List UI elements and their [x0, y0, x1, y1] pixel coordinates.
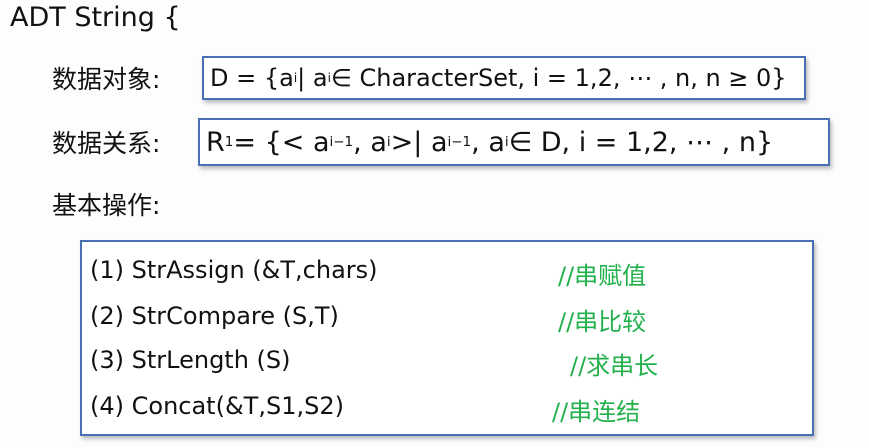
- formula-part: | a: [297, 64, 328, 92]
- operation-comment: //串连结: [552, 398, 641, 426]
- formula-subscript: i−1: [329, 134, 354, 150]
- formula-part: D = {a: [210, 64, 294, 92]
- operation-comment: //求串长: [570, 352, 659, 380]
- data-relation-formula: R1 = {< a i−1, ai >| a i−1, ai ∈ D, i = 1,…: [198, 118, 830, 166]
- formula-part: , a: [471, 126, 505, 158]
- formula-subscript: i−1: [447, 134, 472, 150]
- data-relation-label: 数据关系:: [52, 129, 161, 158]
- data-object-formula: D = {a i | ai ∈ CharacterSet, i = 1,2, ⋯ …: [202, 56, 806, 100]
- formula-part: , a: [353, 126, 387, 158]
- formula-part: >| a: [390, 126, 448, 158]
- operation-code: (3) StrLength (S): [90, 346, 291, 374]
- data-object-label: 数据对象:: [52, 65, 161, 94]
- operations-box: (1) StrAssign (&T,chars) //串赋值 (2) StrCo…: [80, 240, 814, 436]
- formula-subscript: 1: [224, 134, 234, 150]
- operation-code: (4) Concat(&T,S1,S2): [90, 392, 344, 420]
- operations-label: 基本操作:: [52, 191, 161, 220]
- operation-code: (2) StrCompare (S,T): [90, 302, 339, 330]
- formula-part: ∈ D, i = 1,2, ⋯ , n}: [508, 126, 774, 158]
- operation-comment: //串比较: [558, 308, 647, 336]
- formula-part: = {< a: [233, 126, 330, 158]
- formula-part: ∈ CharacterSet, i = 1,2, ⋯ , n, n ≥ 0}: [330, 64, 787, 92]
- operation-comment: //串赋值: [558, 262, 647, 290]
- adt-title: ADT String {: [10, 2, 181, 33]
- operation-code: (1) StrAssign (&T,chars): [90, 256, 378, 284]
- formula-part: R: [206, 126, 225, 158]
